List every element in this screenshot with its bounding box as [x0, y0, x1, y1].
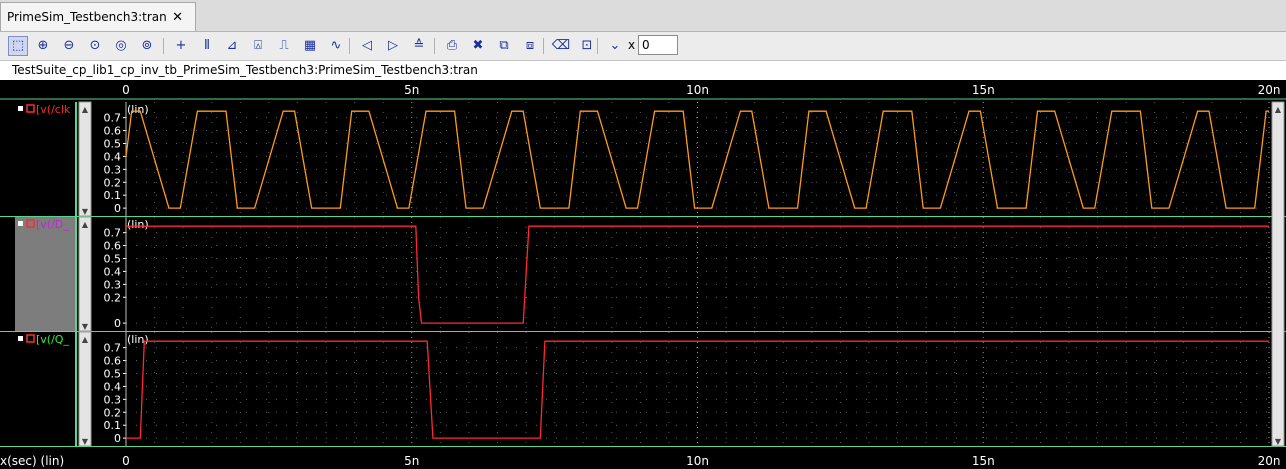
stack-icon[interactable]: ⧉ — [494, 36, 514, 56]
signal-name-strip[interactable] — [15, 102, 75, 216]
signal-name: [v(/clk — [36, 103, 71, 116]
signal-name-strip[interactable] — [15, 217, 75, 331]
x-tick-label-bottom: 20n — [1258, 454, 1281, 468]
y-tick-label: 0.7 — [104, 227, 122, 240]
vertical-markers-icon[interactable]: ⫴ — [197, 36, 217, 56]
next-icon[interactable]: ▷ — [383, 36, 403, 56]
grid-icon[interactable]: ▦ — [300, 36, 320, 56]
x-tick-label-top: 0 — [122, 83, 130, 97]
x-tick-label-top: 10n — [686, 83, 709, 97]
waveform-icon[interactable]: ∿ — [326, 36, 346, 56]
prev-icon[interactable]: ◁ — [357, 36, 377, 56]
drag-handle-icon[interactable] — [18, 336, 23, 341]
scale-label: (lin) — [127, 103, 149, 116]
signal-name: [v(/D_ — [36, 218, 69, 231]
toolbar-separator — [543, 38, 544, 54]
toolbar-separator — [163, 38, 164, 54]
y-tick-label: 0.6 — [104, 125, 122, 138]
x-value-input[interactable]: 0 — [638, 35, 678, 55]
x-tick-label-bottom: 0 — [122, 454, 130, 468]
print-icon[interactable]: ⎙ — [442, 36, 462, 56]
x-tick-label-top: 20n — [1258, 83, 1281, 97]
toolbar-separator — [349, 38, 350, 54]
delete-icon[interactable]: ✖ — [468, 36, 488, 56]
y-tick-label: 0.2 — [104, 406, 122, 419]
x-tick-label-bottom: 15n — [972, 454, 995, 468]
y-tick-label: 0.2 — [104, 176, 122, 189]
split-icon[interactable]: ⧈ — [520, 36, 540, 56]
y-tick-label: 0.2 — [104, 291, 122, 304]
zoom-x-icon[interactable]: ⊙ — [85, 36, 105, 56]
scroll-down-icon[interactable]: ▼ — [1275, 437, 1282, 446]
x-tick-label-top: 15n — [972, 83, 995, 97]
y-tick-label: 0.1 — [104, 189, 122, 202]
scroll-down-icon[interactable]: ▼ — [82, 207, 89, 216]
signal-name: [v(/Q_ — [36, 333, 69, 346]
y-tick-label: 0.4 — [104, 265, 122, 278]
compare-icon[interactable]: ≙ — [409, 36, 429, 56]
y-tick-label: 0.4 — [104, 150, 122, 163]
y-tick-label: 0.6 — [104, 240, 122, 253]
down-icon[interactable]: ⌄ — [605, 36, 625, 56]
tab-label: PrimeSim_Testbench3:tran — [7, 10, 167, 24]
delta-icon[interactable]: ⊿ — [222, 36, 242, 56]
x-tick-label-top: 5n — [404, 83, 419, 97]
waveform-viewer: 0 5n 10n 15n 20n[v(/clk ▲▼ 00.10.20.30.40.50.6… — [0, 80, 1286, 469]
scroll-up-icon[interactable]: ▲ — [82, 335, 89, 344]
y-tick-label: 0.4 — [104, 380, 122, 393]
toolbar-separator — [597, 38, 598, 54]
toolbar-separator — [434, 38, 435, 54]
crosshair-icon[interactable]: + — [171, 36, 191, 56]
close-icon[interactable]: ✕ — [172, 3, 183, 32]
frame-icon[interactable]: ⊡ — [577, 36, 597, 56]
y-scrollbar[interactable] — [78, 101, 92, 217]
zoom-y-icon[interactable]: ◎ — [111, 36, 131, 56]
y-tick-label: 0 — [114, 202, 121, 215]
tab-bar: PrimeSim_Testbench3:tran ✕ — [0, 0, 1286, 32]
y-tick-label: 0.7 — [104, 112, 122, 125]
drag-handle-icon[interactable] — [18, 106, 23, 111]
x-tick-label-bottom: 10n — [686, 454, 709, 468]
scroll-down-icon[interactable]: ▼ — [82, 437, 89, 446]
scroll-up-icon[interactable]: ▲ — [82, 105, 89, 114]
y-tick-label: 0.5 — [104, 137, 122, 150]
x-tick-label-bottom: 5n — [404, 454, 419, 468]
y-tick-label: 0.1 — [104, 419, 122, 432]
tab-tran[interactable]: PrimeSim_Testbench3:tran ✕ — [0, 2, 196, 31]
label-icon[interactable]: ⍓ — [248, 36, 268, 56]
y-scrollbar[interactable] — [78, 216, 92, 332]
scroll-down-icon[interactable]: ▼ — [82, 322, 89, 331]
drag-handle-icon[interactable] — [18, 221, 23, 226]
scale-label: (lin) — [127, 218, 149, 231]
scale-label: (lin) — [127, 333, 149, 346]
zoom-box-icon[interactable]: ⊚ — [137, 36, 157, 56]
signal-name-strip[interactable] — [15, 332, 75, 446]
x-scrollbar-right[interactable] — [1271, 101, 1285, 447]
window-title: TestSuite_cp_lib1_cp_inv_tb_PrimeSim_Tes… — [0, 61, 1286, 80]
y-tick-label: 0.3 — [104, 393, 122, 406]
y-tick-label: 0.7 — [104, 342, 122, 355]
pulse-icon[interactable]: ⎍ — [274, 36, 294, 56]
y-tick-label: 0.3 — [104, 278, 122, 291]
scroll-up-icon[interactable]: ▲ — [1275, 105, 1282, 114]
scroll-up-icon[interactable]: ▲ — [82, 220, 89, 229]
x-axis-label: x(sec) (lin) — [0, 454, 64, 468]
zoom-in-icon[interactable]: ⊕ — [33, 36, 53, 56]
eraser-icon[interactable]: ⌫ — [551, 36, 571, 56]
x-label: x — [628, 38, 636, 52]
y-tick-label: 0.3 — [104, 163, 122, 176]
y-tick-label: 0 — [114, 432, 121, 445]
y-tick-label: 0 — [114, 317, 121, 330]
y-tick-label: 0.6 — [104, 355, 122, 368]
zoom-fit-icon[interactable]: ⬚ — [8, 36, 28, 56]
y-tick-label: 0.5 — [104, 252, 122, 265]
y-scrollbar[interactable] — [78, 331, 92, 447]
y-tick-label: 0.5 — [104, 367, 122, 380]
zoom-out-icon[interactable]: ⊖ — [59, 36, 79, 56]
